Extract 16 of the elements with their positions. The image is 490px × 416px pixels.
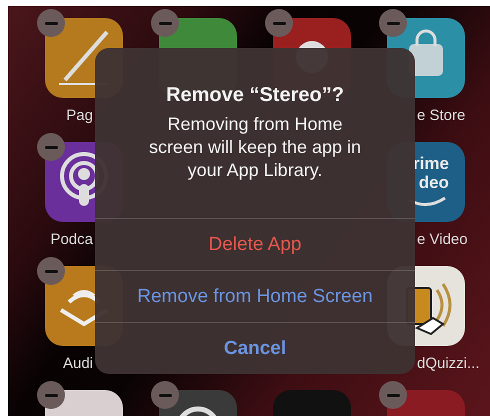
app-label: Podca bbox=[50, 231, 93, 248]
app-label: Audi bbox=[62, 355, 93, 372]
logo-text: rime bbox=[413, 154, 449, 173]
alert-title: Remove “Stereo”? bbox=[166, 84, 344, 107]
app-label: e Store bbox=[417, 107, 466, 124]
remove-badge[interactable] bbox=[379, 9, 407, 37]
remove-badge[interactable] bbox=[37, 381, 65, 409]
app-label: Pag bbox=[66, 107, 93, 124]
remove-badge[interactable] bbox=[37, 257, 65, 285]
app-label: dQuizzi... bbox=[417, 355, 480, 372]
app-label: e Video bbox=[417, 231, 468, 248]
remove-button[interactable]: Remove from Home Screen bbox=[95, 270, 415, 322]
logo-text: deo bbox=[418, 173, 449, 192]
delete-button[interactable]: Delete App bbox=[95, 218, 415, 270]
cancel-button[interactable]: Cancel bbox=[95, 322, 415, 374]
alert-message: Removing from Home screen will keep the app in your App Library. bbox=[148, 113, 362, 182]
